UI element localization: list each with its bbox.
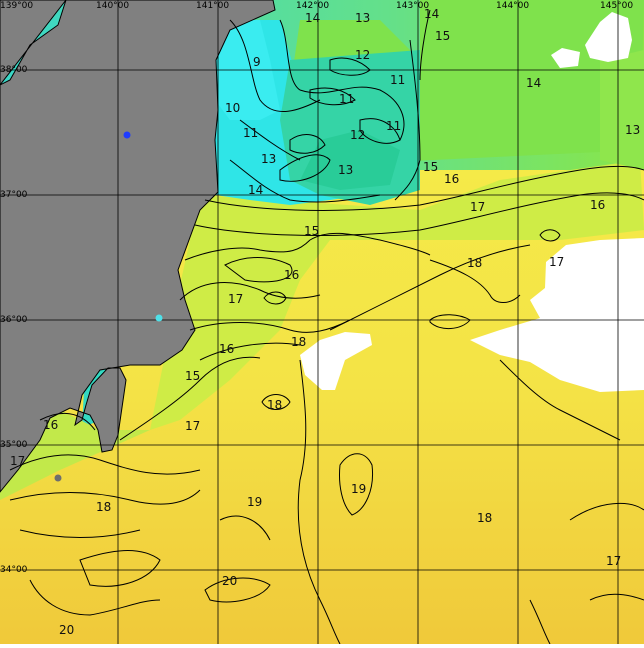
isotherm-label: 18 bbox=[267, 398, 282, 412]
ocean-cool-east-patch bbox=[600, 50, 644, 170]
isotherm-label: 20 bbox=[222, 574, 237, 588]
isotherm-label: 15 bbox=[435, 29, 450, 43]
lon-label: 145°00 bbox=[600, 1, 633, 11]
isotherm-label: 15 bbox=[423, 160, 438, 174]
isotherm-label: 14 bbox=[526, 76, 541, 90]
lat-label: 37°00 bbox=[0, 190, 28, 200]
isotherm-label: 18 bbox=[477, 511, 492, 525]
isotherm-label: 19 bbox=[351, 482, 366, 496]
station-marker-blue bbox=[123, 131, 131, 139]
station-marker-gray bbox=[54, 474, 62, 482]
map-canvas: 139°00 140°00 141°00 142°00 143°00 144°0… bbox=[0, 0, 644, 645]
lon-label: 142°00 bbox=[296, 1, 329, 11]
isotherm-label: 18 bbox=[467, 256, 482, 270]
isotherm-label: 17 bbox=[10, 454, 25, 468]
isotherm-label: 17 bbox=[185, 419, 200, 433]
lat-label: 34°00 bbox=[0, 565, 28, 575]
station-marker-cyan bbox=[155, 314, 163, 322]
isotherm-label: 20 bbox=[59, 623, 74, 637]
isotherm-label: 16 bbox=[590, 198, 605, 212]
isotherm-label: 11 bbox=[243, 126, 258, 140]
lon-label: 139°00 bbox=[0, 1, 33, 11]
isotherm-label: 11 bbox=[390, 73, 405, 87]
isotherm-label: 17 bbox=[228, 292, 243, 306]
isotherm-label: 15 bbox=[304, 224, 319, 238]
lat-label: 38°00 bbox=[0, 65, 28, 75]
isotherm-label: 13 bbox=[355, 11, 370, 25]
isotherm-label: 16 bbox=[444, 172, 459, 186]
isotherm-label: 18 bbox=[96, 500, 111, 514]
isotherm-label: 17 bbox=[606, 554, 621, 568]
isotherm-label: 13 bbox=[261, 152, 276, 166]
isotherm-label: 17 bbox=[470, 200, 485, 214]
sea-surface-temperature-map: 139°00 140°00 141°00 142°00 143°00 144°0… bbox=[0, 0, 644, 645]
isotherm-label: 14 bbox=[305, 11, 320, 25]
isotherm-label: 12 bbox=[355, 48, 370, 62]
isotherm-label: 14 bbox=[424, 7, 439, 21]
lon-label: 141°00 bbox=[196, 1, 229, 11]
isotherm-label: 12 bbox=[350, 128, 365, 142]
lat-label: 35°00 bbox=[0, 440, 28, 450]
isotherm-label: 18 bbox=[291, 335, 306, 349]
lon-label: 140°00 bbox=[96, 1, 129, 11]
isotherm-label: 14 bbox=[248, 183, 263, 197]
isotherm-label: 17 bbox=[549, 255, 564, 269]
isotherm-label: 19 bbox=[247, 495, 262, 509]
isotherm-label: 13 bbox=[625, 123, 640, 137]
isotherm-label: 13 bbox=[338, 163, 353, 177]
isotherm-label: 15 bbox=[185, 369, 200, 383]
isotherm-label: 11 bbox=[386, 119, 401, 133]
isotherm-label: 11 bbox=[339, 92, 354, 106]
lat-label: 36°00 bbox=[0, 315, 28, 325]
isotherm-label: 16 bbox=[284, 268, 299, 282]
isotherm-label: 16 bbox=[219, 342, 234, 356]
lon-label: 144°00 bbox=[496, 1, 529, 11]
isotherm-label: 10 bbox=[225, 101, 240, 115]
isotherm-label: 9 bbox=[253, 55, 261, 69]
isotherm-label: 16 bbox=[43, 418, 58, 432]
